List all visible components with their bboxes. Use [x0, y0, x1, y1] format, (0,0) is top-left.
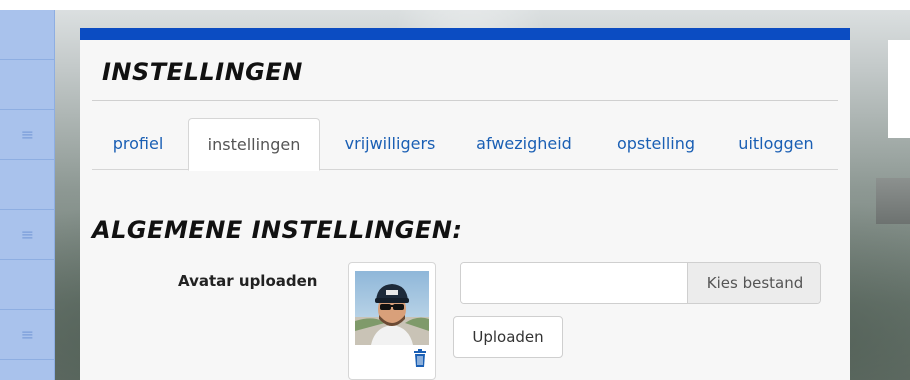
avatar-label: Avatar uploaden	[178, 272, 318, 290]
tab-vrijwilligers[interactable]: vrijwilligers	[324, 118, 456, 170]
nav-cell[interactable]: ≡	[0, 210, 55, 260]
side-panel	[888, 40, 910, 138]
choose-file-button[interactable]: Kies bestand	[687, 263, 820, 303]
avatar	[355, 271, 429, 345]
avatar-preview	[348, 262, 436, 380]
tab-bar: profiel instellingen vrijwilligers afwez…	[92, 118, 838, 171]
trash-icon[interactable]	[413, 349, 427, 367]
left-nav: ≡ ≡ ≡	[0, 10, 55, 380]
top-strip	[0, 0, 910, 10]
divider	[92, 100, 838, 101]
side-panel	[876, 178, 910, 224]
settings-card: INSTELLINGEN profiel instellingen vrijwi…	[80, 28, 850, 380]
nav-cell[interactable]	[0, 60, 55, 110]
tab-afwezigheid[interactable]: afwezigheid	[464, 118, 584, 170]
tab-opstelling[interactable]: opstelling	[602, 118, 710, 170]
nav-cell[interactable]: ≡	[0, 310, 55, 360]
page-title: INSTELLINGEN	[102, 58, 303, 86]
section-title: ALGEMENE INSTELLINGEN:	[92, 216, 463, 244]
hamburger-icon[interactable]: ≡	[21, 125, 34, 144]
file-picker: Kies bestand	[460, 262, 821, 304]
nav-cell[interactable]	[0, 160, 55, 210]
hamburger-icon[interactable]: ≡	[21, 225, 34, 244]
nav-cell[interactable]	[0, 260, 55, 310]
nav-cell[interactable]: ≡	[0, 110, 55, 160]
tab-profiel[interactable]: profiel	[94, 118, 182, 170]
tab-instellingen[interactable]: instellingen	[188, 118, 320, 171]
tab-uitloggen[interactable]: uitloggen	[722, 118, 830, 170]
file-name-input[interactable]	[461, 263, 687, 303]
upload-button[interactable]: Uploaden	[453, 316, 563, 358]
nav-cell[interactable]	[0, 10, 55, 60]
hamburger-icon[interactable]: ≡	[21, 325, 34, 344]
